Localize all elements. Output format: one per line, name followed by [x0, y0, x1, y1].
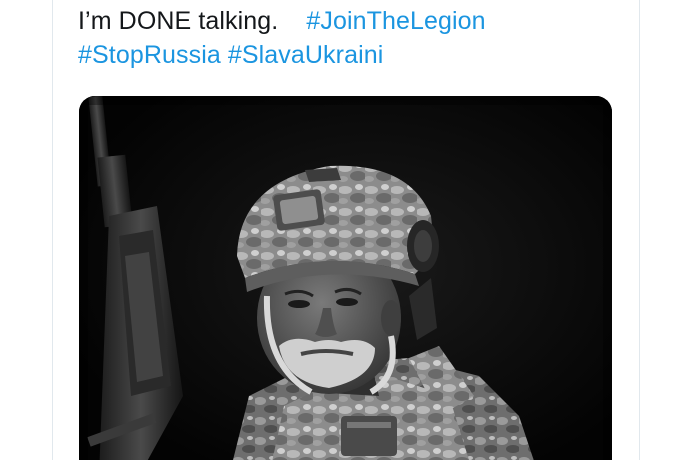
tweet-text: I’m DONE talking. #JoinTheLegion #StopRus…: [78, 4, 618, 72]
tweet-page: I’m DONE talking. #JoinTheLegion #StopRus…: [0, 0, 690, 460]
hashtag-stop-russia[interactable]: #StopRussia: [78, 41, 221, 69]
hashtag-slava-ukraini[interactable]: #SlavaUkraini: [228, 41, 384, 69]
soldier-photo-illustration: [79, 96, 612, 460]
tweet-text-line-2: #StopRussia #SlavaUkraini: [78, 38, 618, 72]
tweet-body-text: I’m DONE talking.: [78, 7, 279, 35]
hashtag-join-the-legion[interactable]: #JoinTheLegion: [306, 7, 485, 35]
tweet-text-line-1: I’m DONE talking. #JoinTheLegion: [78, 4, 618, 38]
tweet-photo[interactable]: [79, 96, 612, 460]
